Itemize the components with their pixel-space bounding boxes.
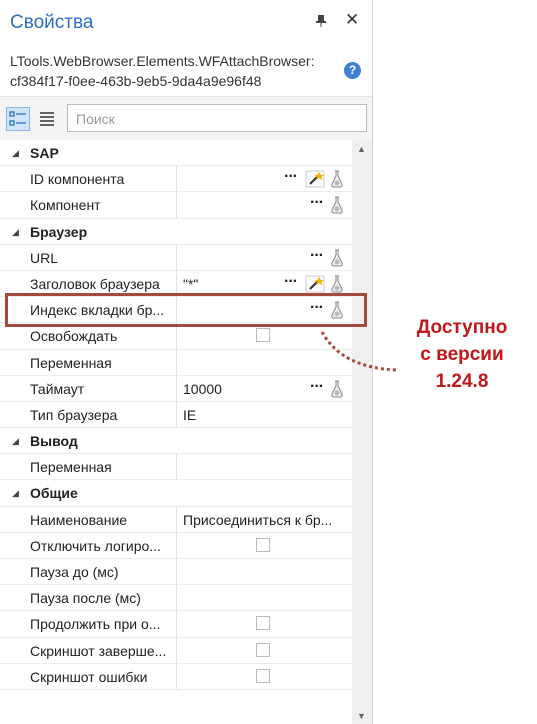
annotation-line-3: 1.24.8 <box>435 371 489 392</box>
annotation-line-2: с версии <box>420 344 504 365</box>
version-annotation: Доступно с версии 1.24.8 <box>392 314 532 395</box>
annotation-line-1: Доступно <box>416 317 508 338</box>
